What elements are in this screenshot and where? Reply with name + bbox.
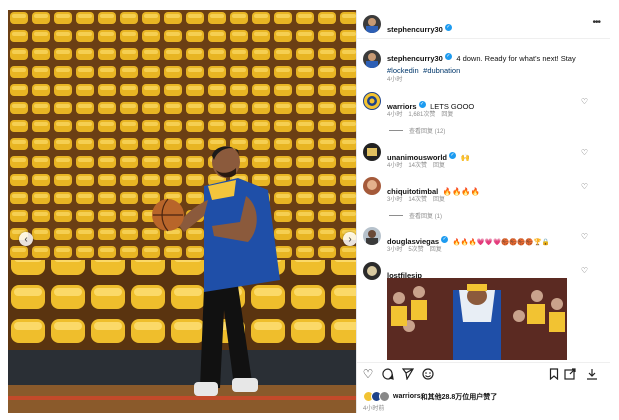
verified-badge-icon: ✓ <box>444 53 452 61</box>
reply-button[interactable]: 回复 <box>433 197 445 203</box>
likes-summary: warriors 和其他28.8万位用户赞了 <box>363 391 497 402</box>
caption-text: 4 down. Ready for what's next! Stay <box>456 54 576 63</box>
comment-text: 🔥🔥🔥💗💗💗🏀🏀🏀🏀🏆🔒 <box>452 239 550 246</box>
previous-image-button[interactable]: ‹ <box>19 232 33 246</box>
verified-badge-icon: ✓ <box>449 152 456 160</box>
comment-icon[interactable] <box>381 367 395 381</box>
comment: douglasviegas ✓ 🔥🔥🔥💗💗💗🏀🏀🏀🏀🏆🔒 3小时 5次赞 回复 ♡ <box>363 227 598 257</box>
emoji-icon[interactable] <box>421 367 435 381</box>
comment-text: 🙌 <box>460 153 470 162</box>
view-replies-button[interactable]: 查看回复 (12) <box>389 126 445 135</box>
arena-photo-illustration <box>8 10 356 413</box>
commenter-avatar[interactable] <box>363 227 381 245</box>
reply-button[interactable]: 回复 <box>430 247 442 253</box>
reply-button[interactable]: 回复 <box>441 112 453 118</box>
post-side-panel: stephencurry30 ✓ ••• stephencurry30 ✓ 4 do… <box>356 10 610 413</box>
likes-name[interactable]: warriors <box>393 393 421 400</box>
comment: unanimousworld ✓ 🙌 4小时 14次赞 回复 ♡ <box>363 143 598 173</box>
likes-rest[interactable]: 和其他28.8万位用户赞了 <box>421 392 498 402</box>
comment-like-count[interactable]: 14次赞 <box>408 163 427 169</box>
comment-gif[interactable] <box>387 278 567 360</box>
post-timestamp: 4小时前 <box>363 406 385 412</box>
send-icon[interactable] <box>401 367 415 381</box>
verified-badge-icon: ✓ <box>418 101 426 109</box>
reply-button[interactable]: 回复 <box>433 163 445 169</box>
author-username[interactable]: stephencurry30 <box>387 25 443 34</box>
comment: warriors ✓ LETS GOOO 4小时 1,681次赞 回复 ♡ <box>363 92 598 122</box>
commenter-avatar[interactable] <box>363 262 381 280</box>
heart-icon[interactable]: ♡ <box>361 367 375 381</box>
caption-username[interactable]: stephencurry30 <box>387 54 443 63</box>
caption-time: 4小时 <box>387 77 403 83</box>
comment-like-count[interactable]: 14次赞 <box>408 197 427 203</box>
post-photo: ‹ › <box>8 10 356 413</box>
bookmark-icon[interactable] <box>547 367 561 381</box>
comment-like-count[interactable]: 1,681次赞 <box>408 112 435 118</box>
post-header: stephencurry30 ✓ ••• <box>357 10 610 39</box>
caption-avatar[interactable] <box>363 50 381 68</box>
comment: lostfilesjp ♡ <box>363 262 598 362</box>
comment: chiquitotimbal 🔥🔥🔥🔥 3小时 14次赞 回复 ♡ <box>363 177 598 207</box>
comment-time: 3小时 <box>387 247 403 253</box>
hashtag-link[interactable]: #dubnation <box>423 66 460 75</box>
comment-like-heart-icon[interactable]: ♡ <box>581 148 588 157</box>
commenter-avatar[interactable] <box>363 143 381 161</box>
more-dots-icon[interactable]: ••• <box>592 17 600 28</box>
next-image-button[interactable]: › <box>343 232 356 246</box>
verified-badge-icon: ✓ <box>444 24 452 32</box>
author-avatar[interactable] <box>363 15 381 33</box>
download-icon[interactable] <box>585 367 599 381</box>
comment-time: 4小时 <box>387 163 403 169</box>
comment-time: 4小时 <box>387 112 403 118</box>
commenter-avatar[interactable] <box>363 92 381 110</box>
comment-time: 3小时 <box>387 197 403 203</box>
liker-avatar[interactable] <box>379 391 390 402</box>
action-bar <box>357 362 610 363</box>
open-external-icon[interactable] <box>563 367 577 381</box>
view-replies-button[interactable]: 查看回复 (1) <box>389 211 442 220</box>
comment-like-heart-icon[interactable]: ♡ <box>581 266 588 275</box>
comment-like-heart-icon[interactable]: ♡ <box>581 232 588 241</box>
comment-like-heart-icon[interactable]: ♡ <box>581 182 588 191</box>
commenter-avatar[interactable] <box>363 177 381 195</box>
comment-like-count[interactable]: 5次赞 <box>408 247 423 253</box>
verified-badge-icon: ✓ <box>441 236 449 244</box>
comment-like-heart-icon[interactable]: ♡ <box>581 97 588 106</box>
instagram-post: ‹ › stephencurry30 ✓ ••• stephencurry30 ✓ … <box>0 0 619 420</box>
